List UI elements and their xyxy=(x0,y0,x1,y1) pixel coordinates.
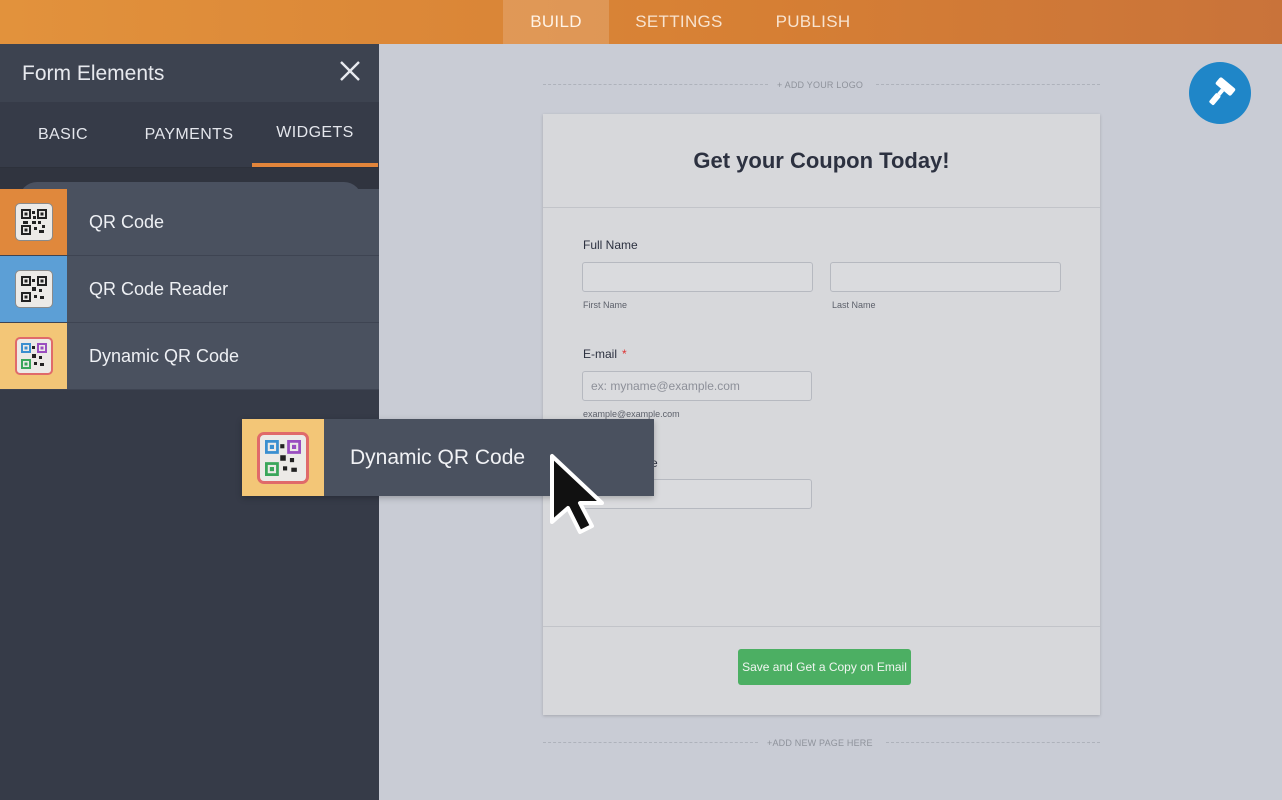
form-title[interactable]: Get your Coupon Today! xyxy=(543,148,1100,174)
last-name-input[interactable] xyxy=(830,262,1061,292)
qr-code-reader-icon-box xyxy=(0,256,67,322)
dragged-widget-label: Dynamic QR Code xyxy=(350,446,526,469)
email-sublabel: example@example.com xyxy=(583,409,680,419)
dynamic-qr-code-icon-box xyxy=(242,419,324,496)
sidebar-header: Form Elements xyxy=(0,44,379,102)
widget-item-qr-code-reader[interactable]: QR Code Reader xyxy=(0,256,379,323)
required-mark: * xyxy=(622,347,627,361)
add-page-link[interactable]: +ADD NEW PAGE HERE xyxy=(767,738,873,748)
divider xyxy=(543,207,1100,208)
widget-label: QR Code Reader xyxy=(89,278,229,299)
email-label: E-mail * xyxy=(583,347,627,361)
top-bar: BUILD SETTINGS PUBLISH xyxy=(0,0,1282,44)
mouse-cursor-icon xyxy=(548,452,610,536)
divider xyxy=(886,742,1100,743)
dynamic-qr-code-icon xyxy=(257,431,309,484)
last-name-sublabel: Last Name xyxy=(832,300,876,310)
tab-payments[interactable]: PAYMENTS xyxy=(126,102,252,167)
close-icon[interactable] xyxy=(337,58,363,84)
tab-publish[interactable]: PUBLISH xyxy=(749,0,877,44)
qr-code-icon xyxy=(14,203,53,241)
sidebar-tabs: BASIC PAYMENTS WIDGETS xyxy=(0,102,379,168)
widget-list: QR Code QR Code Reader Dynamic QR Code xyxy=(0,189,379,390)
qr-code-reader-icon xyxy=(14,270,53,308)
divider xyxy=(543,626,1100,627)
divider xyxy=(543,742,758,743)
dynamic-qr-code-icon-box xyxy=(0,323,67,389)
submit-button[interactable]: Save and Get a Copy on Email xyxy=(738,649,911,685)
tab-settings[interactable]: SETTINGS xyxy=(609,0,749,44)
sidebar-title: Form Elements xyxy=(22,62,165,85)
form-card: Get your Coupon Today! Full Name First N… xyxy=(543,114,1100,715)
widget-label: QR Code xyxy=(89,211,165,232)
widget-item-qr-code[interactable]: QR Code xyxy=(0,189,379,256)
email-label-text: E-mail xyxy=(583,347,618,361)
dynamic-qr-code-icon xyxy=(14,337,53,375)
widget-label: Dynamic QR Code xyxy=(89,345,240,366)
divider xyxy=(543,84,768,85)
form-designer-button[interactable] xyxy=(1189,62,1251,124)
full-name-label: Full Name xyxy=(583,238,638,252)
tab-build[interactable]: BUILD xyxy=(503,0,609,44)
add-logo-link[interactable]: + ADD YOUR LOGO xyxy=(777,80,863,90)
top-nav: BUILD SETTINGS PUBLISH xyxy=(503,0,877,44)
qr-code-icon-box xyxy=(0,189,67,255)
tab-widgets[interactable]: WIDGETS xyxy=(252,102,378,167)
email-field[interactable]: ex: myname@example.com xyxy=(582,371,812,401)
divider xyxy=(876,84,1100,85)
paint-roller-icon xyxy=(1209,77,1236,106)
first-name-sublabel: First Name xyxy=(583,300,628,310)
tab-basic[interactable]: BASIC xyxy=(0,102,126,167)
widget-item-dynamic-qr-code[interactable]: Dynamic QR Code xyxy=(0,323,379,390)
first-name-input[interactable] xyxy=(582,262,813,292)
